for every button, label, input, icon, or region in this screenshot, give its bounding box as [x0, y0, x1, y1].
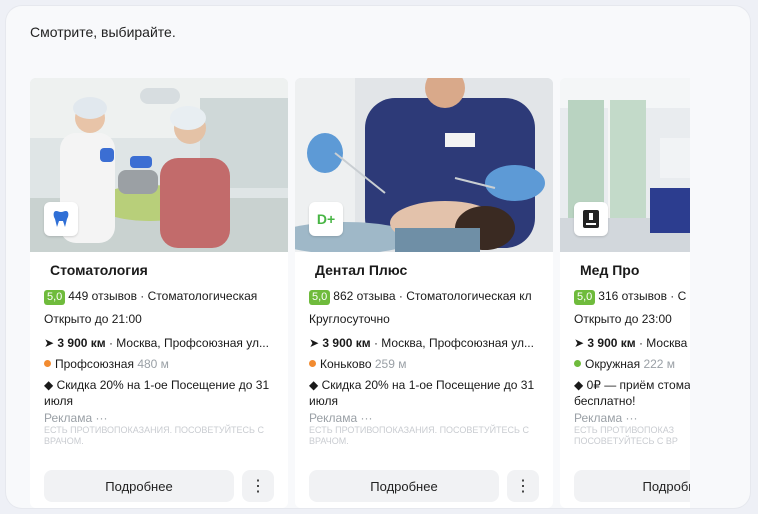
reviews-category[interactable]: 316 отзывов · С: [598, 289, 686, 303]
metro-row: Коньково 259 м: [309, 356, 545, 372]
warning-text: Есть противопоказания. Посоветуйтесь с в…: [309, 425, 529, 446]
metro-dot-icon: [574, 360, 581, 367]
distance: 3 900 км: [322, 336, 371, 350]
microscope-icon: [574, 202, 608, 236]
reviews-category[interactable]: 449 отзывов · Стоматологическая: [68, 289, 257, 303]
rating-row: 5,0 449 отзывов · Стоматологическая: [44, 288, 280, 305]
opening-hours: Открыто до 23:00: [574, 312, 672, 326]
metro-dot-icon: [309, 360, 316, 367]
rating-row: 5,0 316 отзывов · С: [574, 288, 690, 305]
clinic-card[interactable]: Мед Про 5,0 316 отзывов · С Открыто до 23…: [560, 78, 690, 508]
rating-badge: 5,0: [309, 290, 331, 305]
address: · Москва: [635, 336, 688, 350]
dental-plus-logo: D+: [309, 202, 343, 236]
section-heading: Смотрите, выбирайте.: [30, 24, 176, 40]
tooth-icon: [44, 202, 78, 236]
distance: 3 900 км: [587, 336, 636, 350]
promo-text: 0₽ — приём стома бесплатно!: [574, 378, 690, 408]
address-row: ➤ 3 900 км · Москва: [574, 335, 690, 351]
distance: 3 900 км: [57, 336, 106, 350]
cards-carousel[interactable]: Стоматология 5,0 449 отзывов · Стоматолог…: [30, 78, 690, 508]
opening-hours: Открыто до 21:00: [44, 312, 142, 326]
metro-distance: 222 м: [643, 357, 676, 371]
opening-hours: Круглосуточно: [309, 312, 390, 326]
tag-icon: ◆: [309, 378, 322, 392]
metro-name: Окружная: [585, 357, 641, 371]
metro-dot-icon: [44, 360, 51, 367]
location-arrow-icon: ➤: [574, 336, 588, 350]
recommendations-panel: Смотрите, выбирайте. Стоматология 5,0 44…: [6, 6, 750, 508]
ad-label[interactable]: Реклама ···: [309, 411, 545, 425]
address: · Москва, Профсоюзная ул...: [105, 336, 269, 350]
metro-row: Окружная 222 м: [574, 356, 690, 372]
clinic-card[interactable]: D+ Дентал Плюс 5,0 862 отзыва · Стоматоло…: [295, 78, 553, 508]
clinic-card[interactable]: Стоматология 5,0 449 отзывов · Стоматолог…: [30, 78, 288, 508]
clinic-name[interactable]: Стоматология: [50, 262, 280, 278]
card-body: Дентал Плюс 5,0 862 отзыва · Стоматологич…: [309, 262, 545, 447]
more-options-icon[interactable]: ⋮: [507, 470, 539, 502]
ad-label[interactable]: Реклама ···: [44, 411, 280, 425]
rating-badge: 5,0: [44, 290, 66, 305]
details-button[interactable]: Подробнее: [309, 470, 499, 502]
metro-distance: 259 м: [374, 357, 407, 371]
tag-icon: ◆: [44, 378, 57, 392]
warning-text: Есть противопоказания. Посоветуйтесь с в…: [44, 425, 264, 446]
clinic-name[interactable]: Мед Про: [580, 262, 690, 278]
metro-name: Коньково: [320, 357, 372, 371]
rating-badge: 5,0: [574, 290, 596, 305]
clinic-name[interactable]: Дентал Плюс: [315, 262, 545, 278]
location-arrow-icon: ➤: [44, 336, 58, 350]
promo-text: Скидка 20% на 1-ое Посещение до 31 июля: [44, 378, 270, 408]
reviews-category[interactable]: 862 отзыва · Стоматологическая кл: [333, 289, 531, 303]
card-body: Мед Про 5,0 316 отзывов · С Открыто до 23…: [574, 262, 690, 447]
metro-distance: 480 м: [137, 357, 169, 371]
details-button[interactable]: Подробн: [574, 470, 690, 502]
promo-row: ◆ Скидка 20% на 1-ое Посещение до 31 июл…: [309, 377, 545, 409]
location-arrow-icon: ➤: [309, 336, 323, 350]
metro-row: Профсоюзная 480 м: [44, 356, 280, 372]
logo-text: D+: [316, 211, 336, 227]
warning-text: Есть противопоказ посоветуйтесь с вр: [574, 425, 678, 446]
promo-row: ◆ 0₽ — приём стома бесплатно!: [574, 377, 690, 409]
details-button[interactable]: Подробнее: [44, 470, 234, 502]
address-row: ➤ 3 900 км · Москва, Профсоюзная ул...: [44, 335, 280, 351]
tag-icon: ◆: [574, 378, 587, 392]
ad-label[interactable]: Реклама ···: [574, 411, 690, 425]
rating-row: 5,0 862 отзыва · Стоматологическая кл: [309, 288, 545, 305]
promo-row: ◆ Скидка 20% на 1-ое Посещение до 31 июл…: [44, 377, 280, 409]
address-row: ➤ 3 900 км · Москва, Профсоюзная ул...: [309, 335, 545, 351]
promo-text: Скидка 20% на 1-ое Посещение до 31 июля: [309, 378, 535, 408]
address: · Москва, Профсоюзная ул...: [370, 336, 534, 350]
card-body: Стоматология 5,0 449 отзывов · Стоматолог…: [44, 262, 280, 447]
more-options-icon[interactable]: ⋮: [242, 470, 274, 502]
metro-name: Профсоюзная: [55, 357, 134, 371]
